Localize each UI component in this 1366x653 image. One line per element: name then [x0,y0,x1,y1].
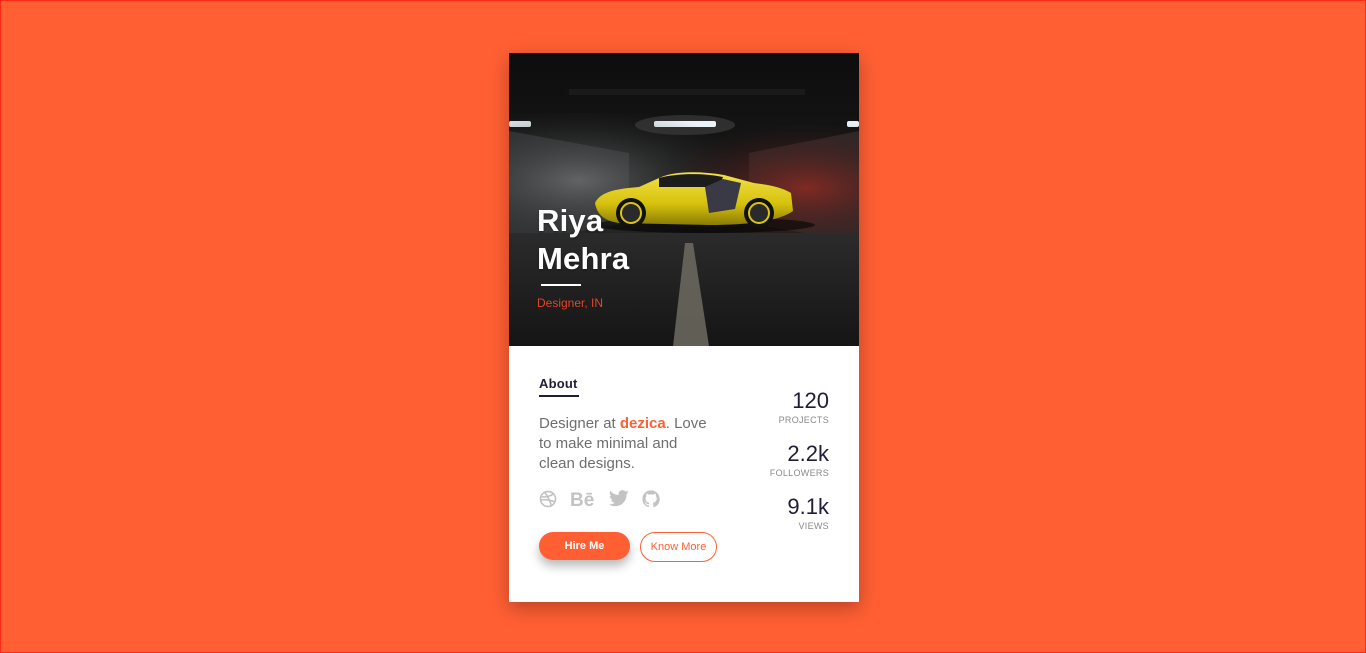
hire-me-button[interactable]: Hire Me [539,532,630,560]
last-name: Mehra [537,241,630,276]
know-more-button[interactable]: Know More [640,532,717,562]
stats-panel: 120 PROJECTS 2.2k FOLLOWERS 9.1k VIEWS [719,388,829,547]
about-text-prefix: Designer at [539,415,620,432]
profile-role: Designer, IN [537,296,604,310]
stat-label: VIEWS [798,521,829,531]
twitter-icon[interactable] [609,490,629,510]
about-underline [539,395,579,397]
company-link[interactable]: dezica [620,415,666,432]
behance-icon[interactable]: Bē [570,490,596,510]
github-icon[interactable] [642,490,660,510]
name-divider [541,284,581,286]
stat-projects: 120 PROJECTS [719,388,829,441]
stat-label: FOLLOWERS [769,468,829,478]
svg-text:Bē: Bē [570,490,594,508]
stat-label: PROJECTS [778,415,829,425]
stat-value: 120 [792,388,829,413]
cover-photo: Riya Mehra Designer, IN [509,53,859,346]
about-text: Designer at dezica. Love to make minimal… [539,414,709,474]
dribbble-icon[interactable] [539,490,557,510]
stat-value: 2.2k [787,441,829,466]
first-name: Riya [537,203,604,238]
stat-views: 9.1k VIEWS [719,494,829,547]
profile-card: Riya Mehra Designer, IN About Designer a… [509,53,859,602]
stat-followers: 2.2k FOLLOWERS [719,441,829,494]
about-heading: About [539,376,578,391]
stat-value: 9.1k [787,494,829,519]
profile-name: Riya Mehra [537,202,657,278]
